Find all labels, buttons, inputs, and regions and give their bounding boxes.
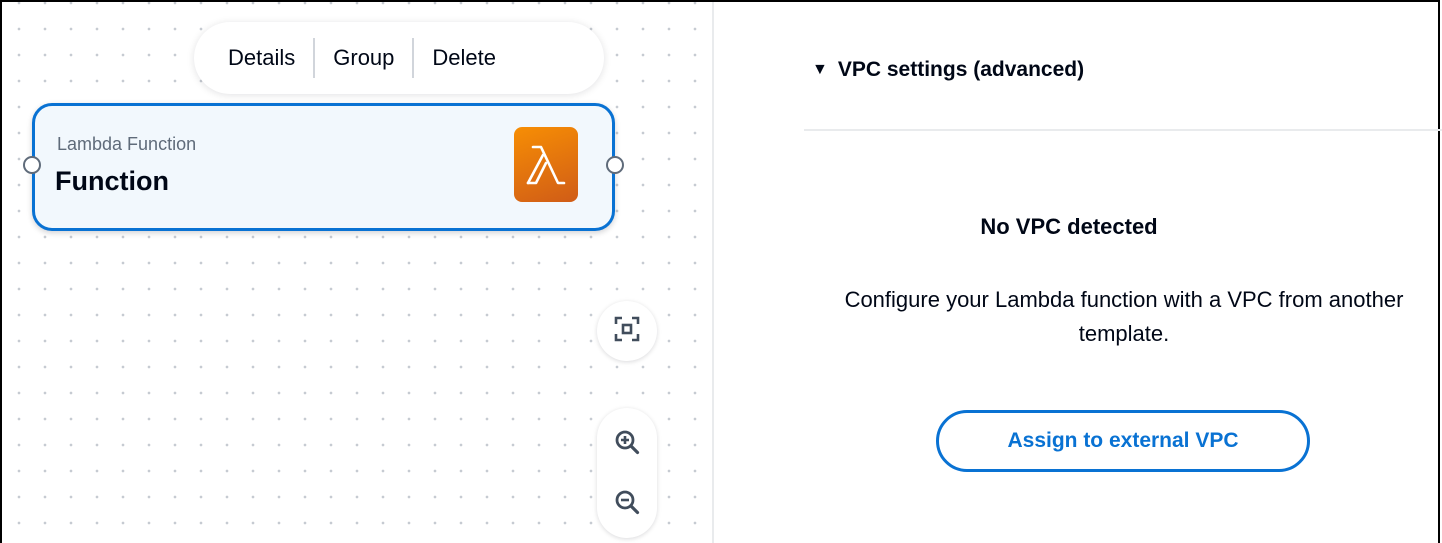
group-button[interactable]: Group xyxy=(315,44,412,72)
properties-panel: ▼ VPC settings (advanced) No VPC detecte… xyxy=(714,2,1442,543)
lambda-icon xyxy=(514,127,578,202)
vpc-settings-toggle[interactable]: ▼ VPC settings (advanced) xyxy=(812,58,1084,82)
output-port[interactable] xyxy=(606,156,624,174)
fit-to-screen-button[interactable] xyxy=(597,301,657,361)
node-name: Function xyxy=(55,166,169,196)
input-port[interactable] xyxy=(23,156,41,174)
zoom-out-button[interactable] xyxy=(597,478,657,530)
empty-state-description: Configure your Lambda function with a VP… xyxy=(844,287,1404,346)
section-title: VPC settings (advanced) xyxy=(837,58,1085,81)
details-button[interactable]: Details xyxy=(224,44,313,72)
assign-external-vpc-button[interactable]: Assign to external VPC xyxy=(936,410,1310,472)
node-context-toolbar: Details Group Delete xyxy=(194,22,604,94)
section-divider xyxy=(804,129,1442,131)
fit-to-screen-icon xyxy=(614,316,640,347)
zoom-in-button[interactable] xyxy=(597,418,657,470)
diagram-canvas[interactable]: Details Group Delete Lambda Function Fun… xyxy=(2,2,712,543)
zoom-in-icon xyxy=(614,429,640,460)
delete-button[interactable]: Delete xyxy=(414,44,514,72)
empty-state-title: No VPC detected xyxy=(980,214,1158,239)
zoom-controls xyxy=(597,408,657,538)
caret-down-icon: ▼ xyxy=(812,61,828,78)
node-type-label: Lambda Function xyxy=(57,134,197,154)
zoom-out-icon xyxy=(614,489,640,520)
lambda-function-node[interactable]: Lambda Function Function xyxy=(23,103,624,231)
